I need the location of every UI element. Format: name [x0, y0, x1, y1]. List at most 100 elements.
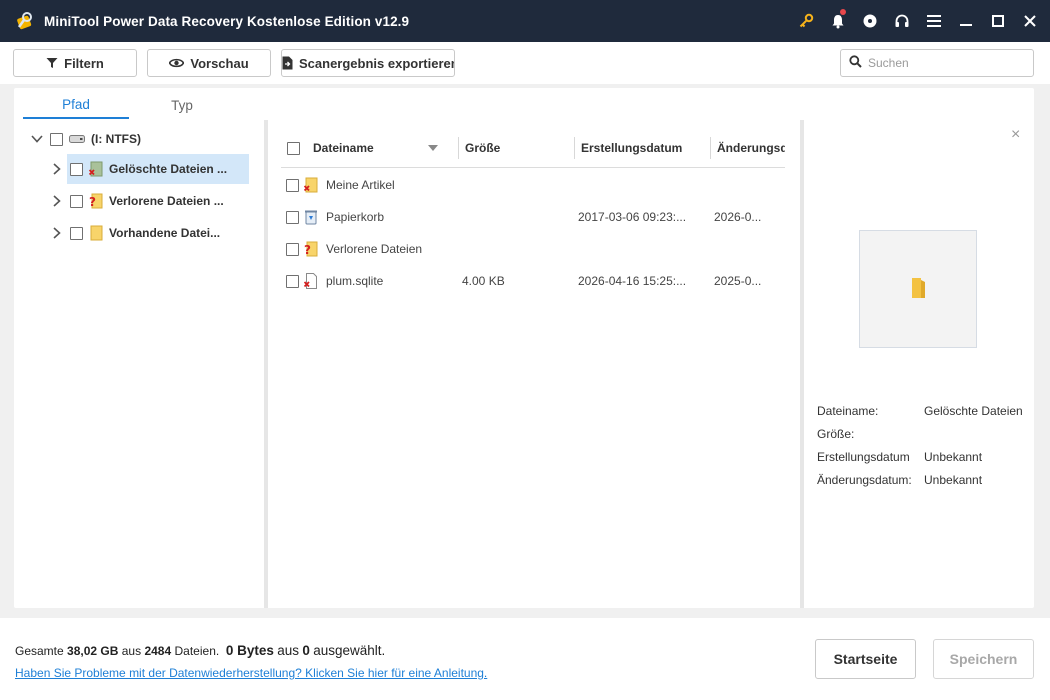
col-size[interactable]: Größe	[465, 128, 575, 168]
summary-total-files: 2484	[144, 644, 172, 658]
row-modified	[714, 169, 782, 201]
drive-icon	[69, 134, 85, 144]
app-title: MiniTool Power Data Recovery Kostenlose …	[44, 13, 410, 29]
tree-item-deleted-label: Gelöschte Dateien ...	[109, 162, 228, 176]
tree-item-existing-checkbox[interactable]	[70, 226, 83, 240]
headset-icon[interactable]	[886, 0, 918, 42]
title-bar: MiniTool Power Data Recovery Kostenlose …	[0, 0, 1050, 42]
row-checkbox-cell	[286, 169, 299, 201]
row-modified: 2025-0...	[714, 274, 762, 288]
recycle-bin-icon	[304, 201, 318, 233]
sort-down-icon[interactable]	[428, 145, 438, 151]
tree-root[interactable]: (I: NTFS)	[30, 124, 250, 154]
preview-label: Vorschau	[190, 55, 249, 71]
tab-type[interactable]: Typ	[129, 92, 235, 119]
table-row[interactable]: plum.sqlite 4.00 KB 2026-04-16 15:25:...…	[281, 265, 785, 297]
scan-summary: Gesamte 38,02 GB aus 2484 Dateien. 0 Byt…	[15, 643, 385, 658]
lost-folder-icon: ?	[89, 193, 103, 209]
svg-text:?: ?	[89, 195, 96, 209]
close-icon[interactable]	[1014, 0, 1046, 42]
row-modified	[714, 233, 782, 265]
chevron-down-icon[interactable]	[30, 132, 44, 146]
svg-text:?: ?	[304, 243, 311, 257]
menu-icon[interactable]	[918, 0, 950, 42]
select-all-checkbox[interactable]	[287, 141, 300, 155]
disc-icon[interactable]	[854, 0, 886, 42]
summary-prefix: Gesamte	[15, 644, 64, 658]
meta-size: Größe:	[817, 427, 1022, 447]
tree-item-deleted-checkbox[interactable]	[70, 162, 83, 176]
deleted-folder-icon	[304, 169, 318, 201]
col-filename-label: Dateiname	[313, 141, 374, 155]
row-size: 4.00 KB	[462, 274, 505, 288]
summary-selected-word: ausgewählt.	[313, 643, 386, 658]
column-separator[interactable]	[458, 137, 459, 159]
tree-root-checkbox[interactable]	[50, 132, 63, 146]
row-checkbox-cell	[286, 233, 299, 265]
column-separator[interactable]	[710, 137, 711, 159]
help-link[interactable]: Haben Sie Probleme mit der Datenwiederhe…	[15, 666, 487, 680]
row-filename: Meine Artikel	[326, 178, 395, 192]
col-filename[interactable]: Dateiname	[313, 128, 453, 168]
row-checkbox[interactable]	[286, 242, 299, 256]
eye-icon	[169, 57, 185, 69]
close-preview-icon[interactable]: ×	[1011, 126, 1020, 144]
row-created	[578, 233, 706, 265]
list-header: Dateiname Größe Erstellungsdatum Änderun…	[281, 128, 785, 168]
meta-key: Erstellungsdatum	[817, 450, 910, 464]
key-icon[interactable]	[790, 0, 822, 42]
column-separator[interactable]	[574, 137, 575, 159]
home-button[interactable]: Startseite	[815, 639, 916, 679]
summary-from2: aus	[277, 643, 300, 658]
row-checkbox[interactable]	[286, 210, 299, 224]
chevron-right-icon[interactable]	[50, 162, 64, 176]
folder-icon	[89, 225, 103, 241]
tab-path[interactable]: Pfad	[23, 92, 129, 119]
meta-created: Erstellungsdatum Unbekannt	[817, 450, 1022, 470]
export-label: Scanergebnis exportieren	[299, 55, 455, 71]
table-row[interactable]: Papierkorb 2017-03-06 09:23:... 2026-0..…	[281, 201, 785, 233]
col-created[interactable]: Erstellungsdatum	[581, 128, 709, 168]
preview-button[interactable]: Vorschau	[147, 49, 271, 77]
meta-key: Dateiname:	[817, 404, 879, 418]
deleted-file-icon	[304, 265, 318, 297]
summary-selected-count: 0	[302, 643, 310, 658]
view-tabs: Pfad Typ	[23, 92, 235, 120]
export-scan-button[interactable]: Scanergebnis exportieren	[281, 49, 455, 77]
filter-label: Filtern	[64, 55, 104, 71]
row-filename: plum.sqlite	[326, 274, 384, 288]
row-filename: Verlorene Dateien	[326, 242, 423, 256]
bell-icon[interactable]	[822, 0, 854, 42]
save-button[interactable]: Speichern	[933, 639, 1034, 679]
footer: Gesamte 38,02 GB aus 2484 Dateien. 0 Byt…	[0, 618, 1050, 700]
folder-icon	[909, 276, 927, 303]
row-checkbox[interactable]	[286, 274, 299, 288]
app-logo-icon	[14, 10, 36, 32]
row-size	[462, 233, 572, 265]
tree-item-lost-checkbox[interactable]	[70, 194, 83, 208]
tree-item-existing[interactable]: Vorhandene Datei...	[50, 218, 250, 248]
row-created	[578, 169, 706, 201]
preview-thumbnail	[859, 230, 977, 348]
chevron-right-icon[interactable]	[50, 226, 64, 240]
col-modified[interactable]: Änderungsdatum	[717, 128, 785, 168]
row-checkbox[interactable]	[286, 178, 299, 192]
tree-item-lost[interactable]: ? Verlorene Dateien ...	[50, 186, 250, 216]
summary-total-size: 38,02 GB	[67, 644, 119, 658]
search-input[interactable]	[868, 56, 1028, 70]
row-size	[462, 169, 572, 201]
filter-button[interactable]: Filtern	[13, 49, 137, 77]
row-checkbox-cell	[286, 201, 299, 233]
main-panel: Pfad Typ (I: NTFS) Gelöschte Dateien ...	[14, 88, 1034, 608]
preview-panel: × Dateiname: Gelöschte Dateien Größe: Er…	[804, 120, 1034, 608]
notification-dot	[840, 9, 846, 15]
search-box[interactable]	[840, 49, 1034, 77]
summary-files-word: Dateien.	[174, 644, 220, 658]
chevron-right-icon[interactable]	[50, 194, 64, 208]
tree-item-deleted-content[interactable]: Gelöschte Dateien ...	[50, 154, 250, 184]
table-row[interactable]: ? Verlorene Dateien	[281, 233, 785, 265]
tree-item-existing-label: Vorhandene Datei...	[109, 226, 221, 240]
table-row[interactable]: Meine Artikel	[281, 169, 785, 201]
minimize-icon[interactable]	[950, 0, 982, 42]
maximize-icon[interactable]	[982, 0, 1014, 42]
